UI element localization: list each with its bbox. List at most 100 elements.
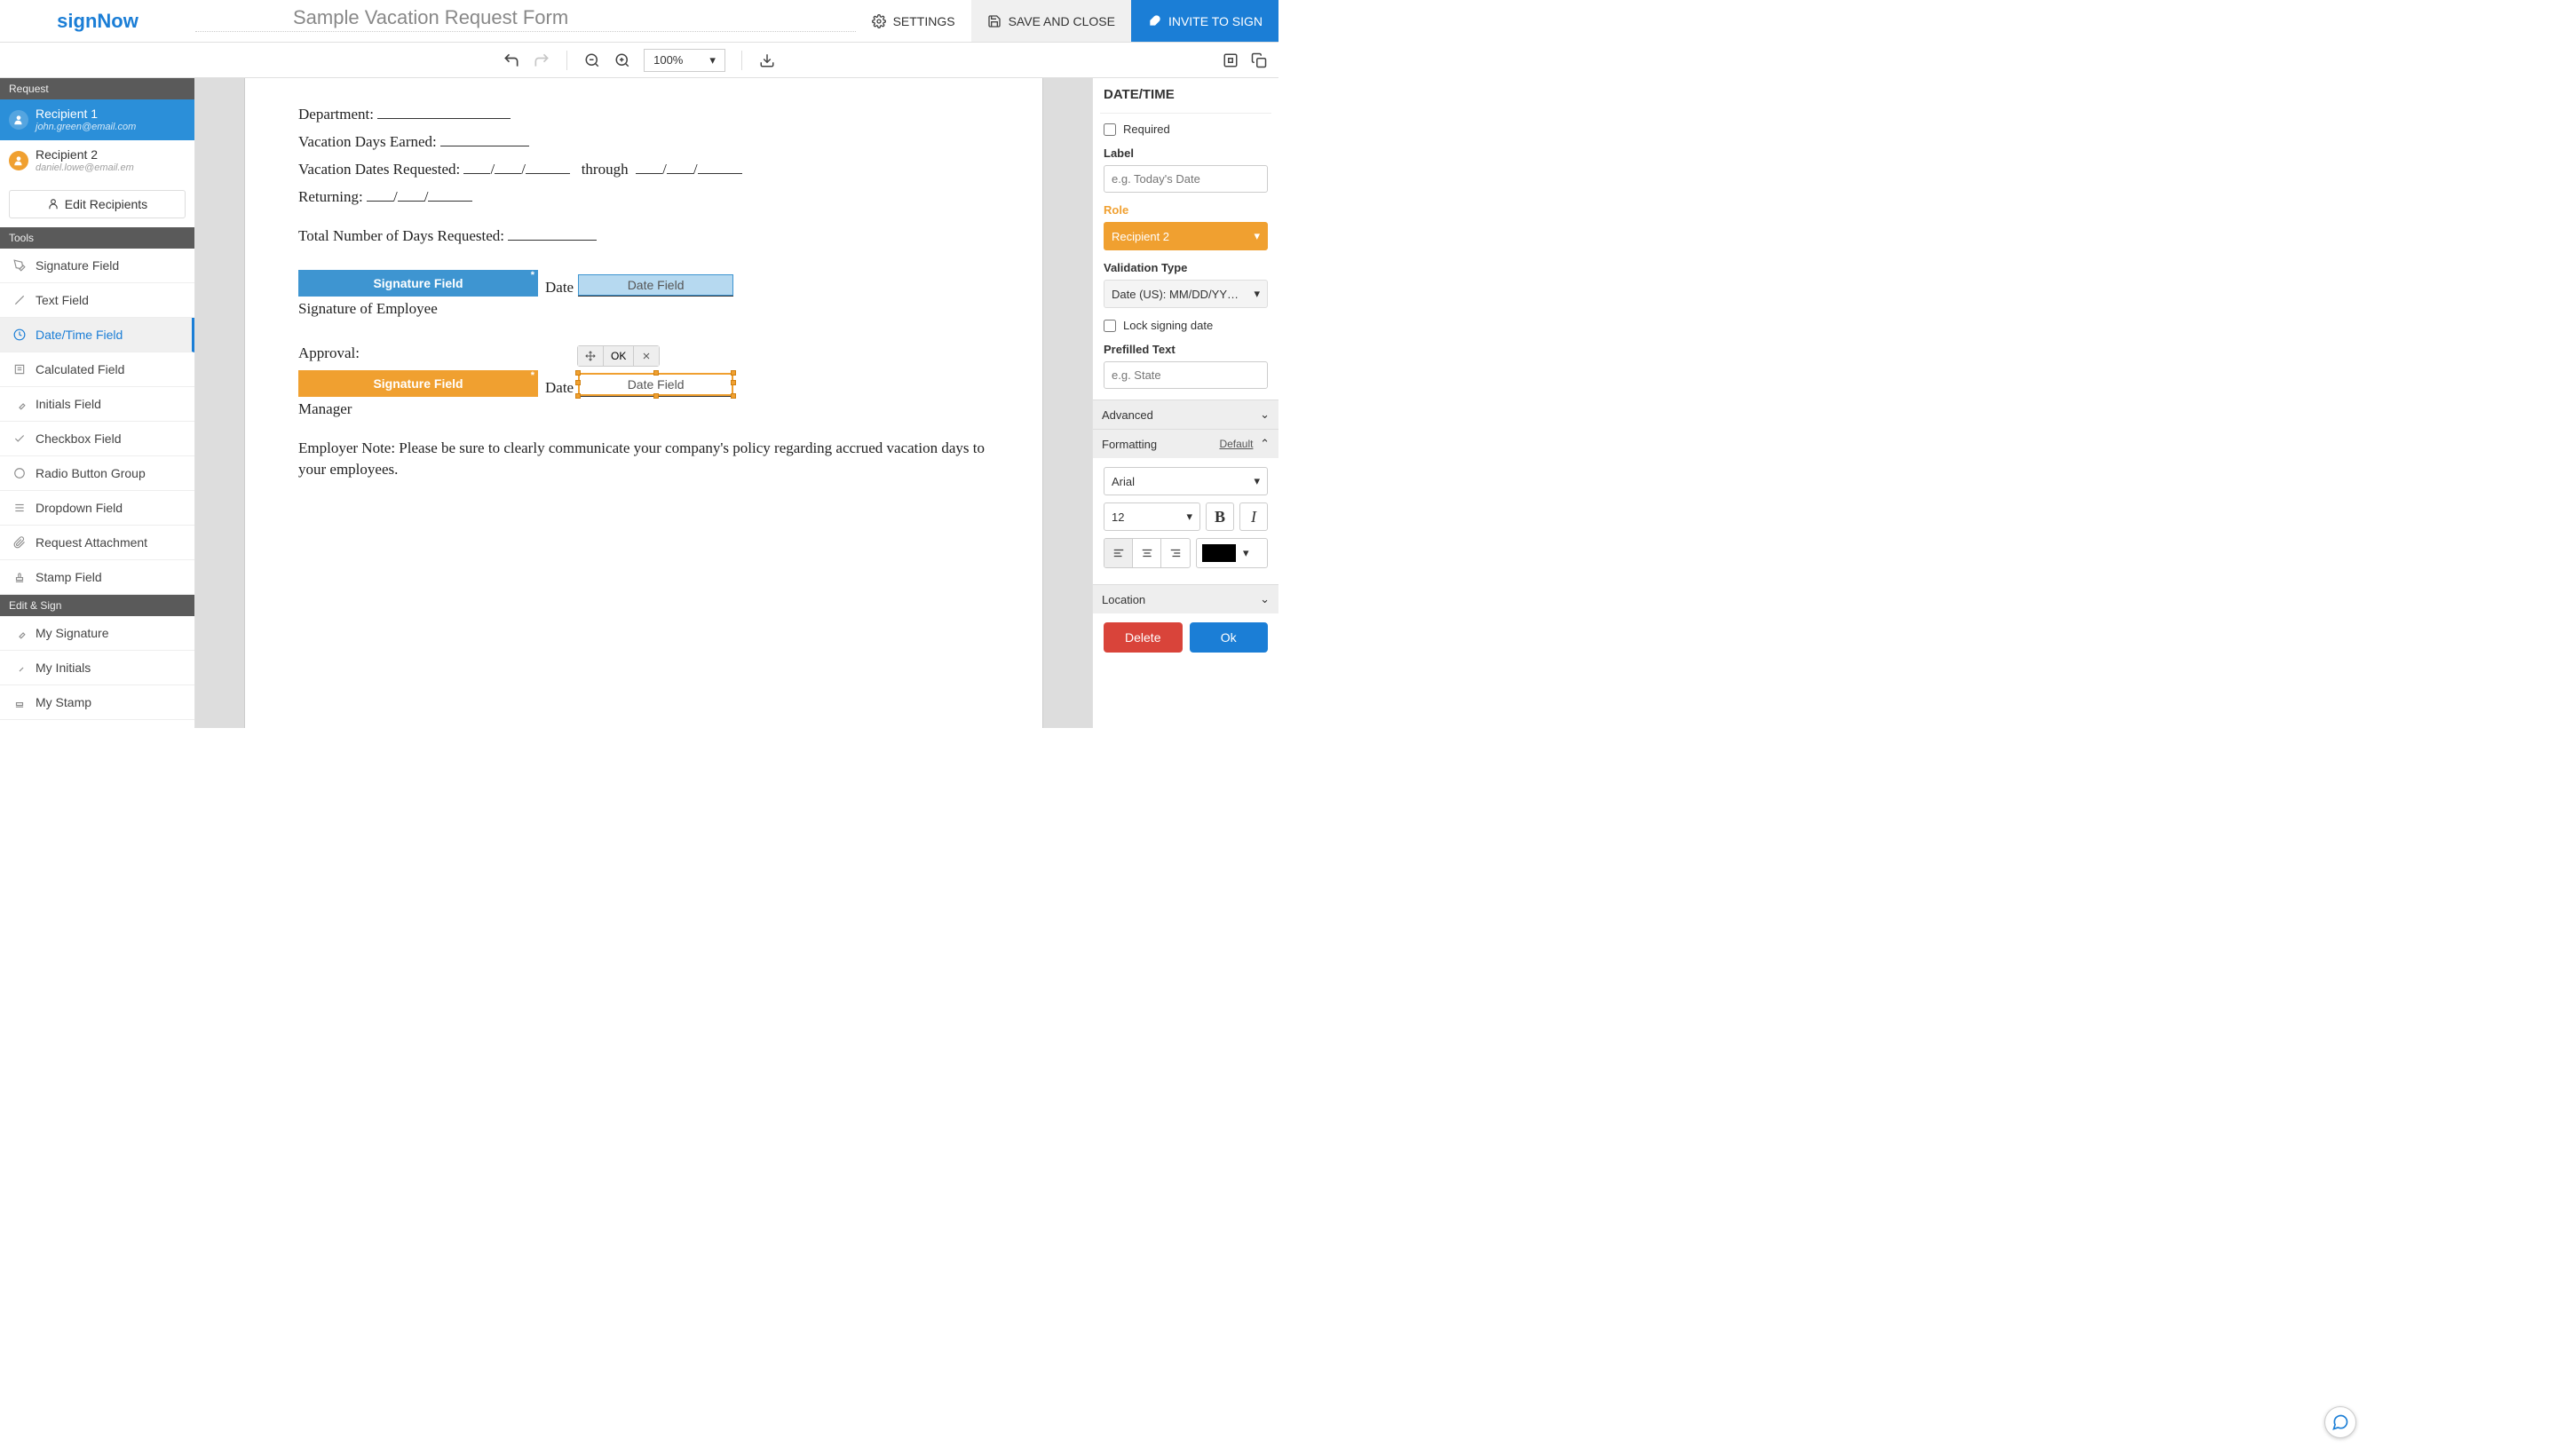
tool-signature-field[interactable]: Signature Field [0, 249, 194, 283]
assign-icon[interactable] [1222, 51, 1239, 69]
employer-note: Employer Note: Please be sure to clearly… [298, 438, 989, 480]
size-select[interactable]: 12 ▾ [1104, 502, 1200, 531]
align-left-button[interactable] [1104, 539, 1133, 567]
my-signature[interactable]: My Signature [0, 616, 194, 651]
prefilled-input[interactable] [1104, 361, 1268, 389]
advanced-section[interactable]: Advanced ⌄ [1093, 400, 1278, 429]
ok-button[interactable]: Ok [1190, 622, 1269, 653]
zoom-in-icon[interactable] [614, 51, 631, 69]
my-stamp[interactable]: My Stamp [0, 685, 194, 720]
initials-icon [12, 397, 27, 411]
radio-icon [12, 466, 27, 480]
edit-recipients-button[interactable]: Edit Recipients [9, 190, 186, 218]
resize-handle[interactable] [731, 393, 736, 399]
validation-select[interactable]: Date (US): MM/DD/YY… ▾ [1104, 280, 1268, 308]
recipient-1[interactable]: Recipient 1 john.green@email.com [0, 99, 194, 140]
copy-icon[interactable] [1250, 51, 1268, 69]
required-checkbox[interactable] [1104, 123, 1116, 136]
move-handle[interactable] [578, 346, 604, 366]
tool-text-field[interactable]: Text Field [0, 283, 194, 318]
tool-label: Request Attachment [36, 535, 147, 550]
tool-label: Date/Time Field [36, 328, 123, 342]
resize-handle[interactable] [731, 370, 736, 376]
logo-text-now: Now [97, 10, 138, 33]
initials-icon [12, 661, 27, 675]
chevron-down-icon: ▾ [1243, 546, 1249, 560]
lock-signing-checkbox[interactable] [1104, 320, 1116, 332]
tool-stamp-field[interactable]: Stamp Field [0, 560, 194, 595]
advanced-label: Advanced [1102, 408, 1153, 422]
date-label: Date [545, 279, 574, 297]
manager-caption: Manager [298, 400, 989, 418]
recipient-name: Recipient 2 [36, 147, 134, 162]
required-row[interactable]: Required [1100, 123, 1271, 136]
document-title[interactable]: Sample Vacation Request Form [195, 6, 856, 32]
tool-radio-group[interactable]: Radio Button Group [0, 456, 194, 491]
resize-handle[interactable] [575, 393, 581, 399]
redo-icon[interactable] [533, 51, 550, 69]
tool-label: Dropdown Field [36, 501, 123, 515]
delete-button[interactable]: Delete [1104, 622, 1183, 653]
chat-button[interactable] [2324, 1406, 2356, 1438]
resize-handle[interactable] [653, 393, 659, 399]
document-page: Department: Vacation Days Earned: Vacati… [244, 78, 1043, 728]
blank-line [440, 131, 529, 146]
paperclip-icon [12, 535, 27, 550]
panel-title: DATE/TIME [1100, 87, 1271, 102]
close-button[interactable] [634, 346, 659, 366]
color-picker[interactable]: ▾ [1196, 538, 1268, 568]
recipient-2[interactable]: Recipient 2 daniel.lowe@email.em [0, 140, 194, 181]
italic-button[interactable]: I [1239, 502, 1268, 531]
font-value: Arial [1112, 475, 1135, 488]
tool-initials-field[interactable]: Initials Field [0, 387, 194, 422]
lock-signing-row[interactable]: Lock signing date [1100, 319, 1271, 332]
align-center-button[interactable] [1133, 539, 1161, 567]
tool-calculated-field[interactable]: Calculated Field [0, 352, 194, 387]
zoom-select[interactable]: 100% ▾ [644, 49, 725, 72]
validation-value: Date (US): MM/DD/YY… [1112, 288, 1239, 301]
tool-label: Checkbox Field [36, 431, 122, 446]
signature-field-employee[interactable]: Signature Field [298, 270, 538, 297]
zoom-out-icon[interactable] [583, 51, 601, 69]
align-right-button[interactable] [1161, 539, 1190, 567]
undo-icon[interactable] [503, 51, 520, 69]
date-field-employee[interactable]: Date Field [578, 274, 733, 296]
employee-signature-row: Signature Field Date Date Field Signatur… [298, 270, 989, 318]
label-input[interactable] [1104, 165, 1268, 193]
settings-button[interactable]: SETTINGS [856, 0, 971, 42]
tool-request-attachment[interactable]: Request Attachment [0, 526, 194, 560]
canvas[interactable]: Department: Vacation Days Earned: Vacati… [195, 78, 1092, 728]
chevron-down-icon: ▾ [1254, 229, 1260, 243]
pen-icon [12, 258, 27, 273]
pen-icon [12, 626, 27, 640]
line-total-days: Total Number of Days Requested: [298, 226, 989, 245]
invite-label: INVITE TO SIGN [1168, 14, 1263, 28]
stamp-icon [12, 695, 27, 709]
font-select[interactable]: Arial ▾ [1104, 467, 1268, 495]
tool-datetime-field[interactable]: Date/Time Field [0, 318, 194, 352]
location-section[interactable]: Location ⌄ [1093, 584, 1278, 613]
line-department: Department: [298, 104, 989, 123]
ok-button[interactable]: OK [604, 346, 634, 366]
tool-checkbox-field[interactable]: Checkbox Field [0, 422, 194, 456]
formatting-section[interactable]: Formatting Default ⌃ [1093, 429, 1278, 458]
blank-line [377, 104, 511, 119]
tool-label: Calculated Field [36, 362, 124, 376]
download-icon[interactable] [758, 51, 776, 69]
list-icon [12, 501, 27, 515]
resize-handle[interactable] [653, 370, 659, 376]
request-header: Request [0, 78, 194, 99]
signature-field-manager[interactable]: Signature Field [298, 370, 538, 397]
resize-handle[interactable] [575, 380, 581, 385]
resize-handle[interactable] [575, 370, 581, 376]
invite-button[interactable]: INVITE TO SIGN [1131, 0, 1278, 42]
default-link[interactable]: Default [1219, 438, 1253, 450]
save-close-button[interactable]: SAVE AND CLOSE [971, 0, 1131, 42]
tool-dropdown-field[interactable]: Dropdown Field [0, 491, 194, 526]
bold-button[interactable]: B [1206, 502, 1234, 531]
line-dates-requested: Vacation Dates Requested: // through // [298, 159, 989, 178]
my-initials[interactable]: My Initials [0, 651, 194, 685]
logo-text-sign: sign [57, 10, 97, 33]
resize-handle[interactable] [731, 380, 736, 385]
role-select[interactable]: Recipient 2 ▾ [1104, 222, 1268, 250]
